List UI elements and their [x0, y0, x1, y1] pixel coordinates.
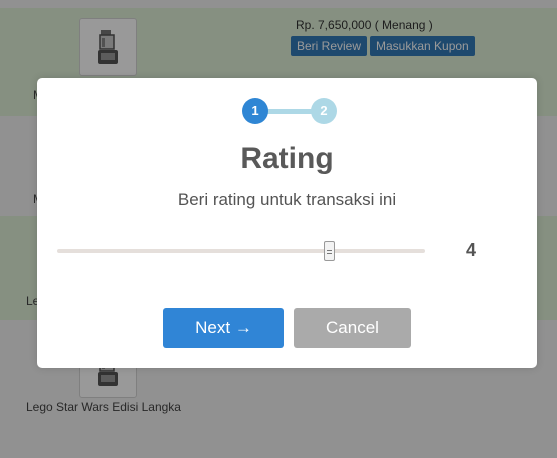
- rating-slider[interactable]: [57, 238, 425, 264]
- step-connector: [266, 109, 312, 114]
- rating-modal: 1 2 Rating Beri rating untuk transaksi i…: [37, 78, 537, 368]
- modal-title: Rating: [240, 142, 334, 175]
- next-button[interactable]: Next →: [163, 308, 284, 348]
- step-indicator-1: 1: [242, 98, 268, 124]
- step-progress: 1 2: [242, 98, 337, 124]
- rating-value: 4: [465, 240, 476, 260]
- step-indicator-2: 2: [311, 98, 337, 124]
- slider-track[interactable]: [57, 249, 425, 253]
- cancel-button[interactable]: Cancel: [294, 308, 411, 348]
- slider-handle[interactable]: [324, 241, 335, 261]
- modal-subtitle: Beri rating untuk transaksi ini: [177, 190, 397, 209]
